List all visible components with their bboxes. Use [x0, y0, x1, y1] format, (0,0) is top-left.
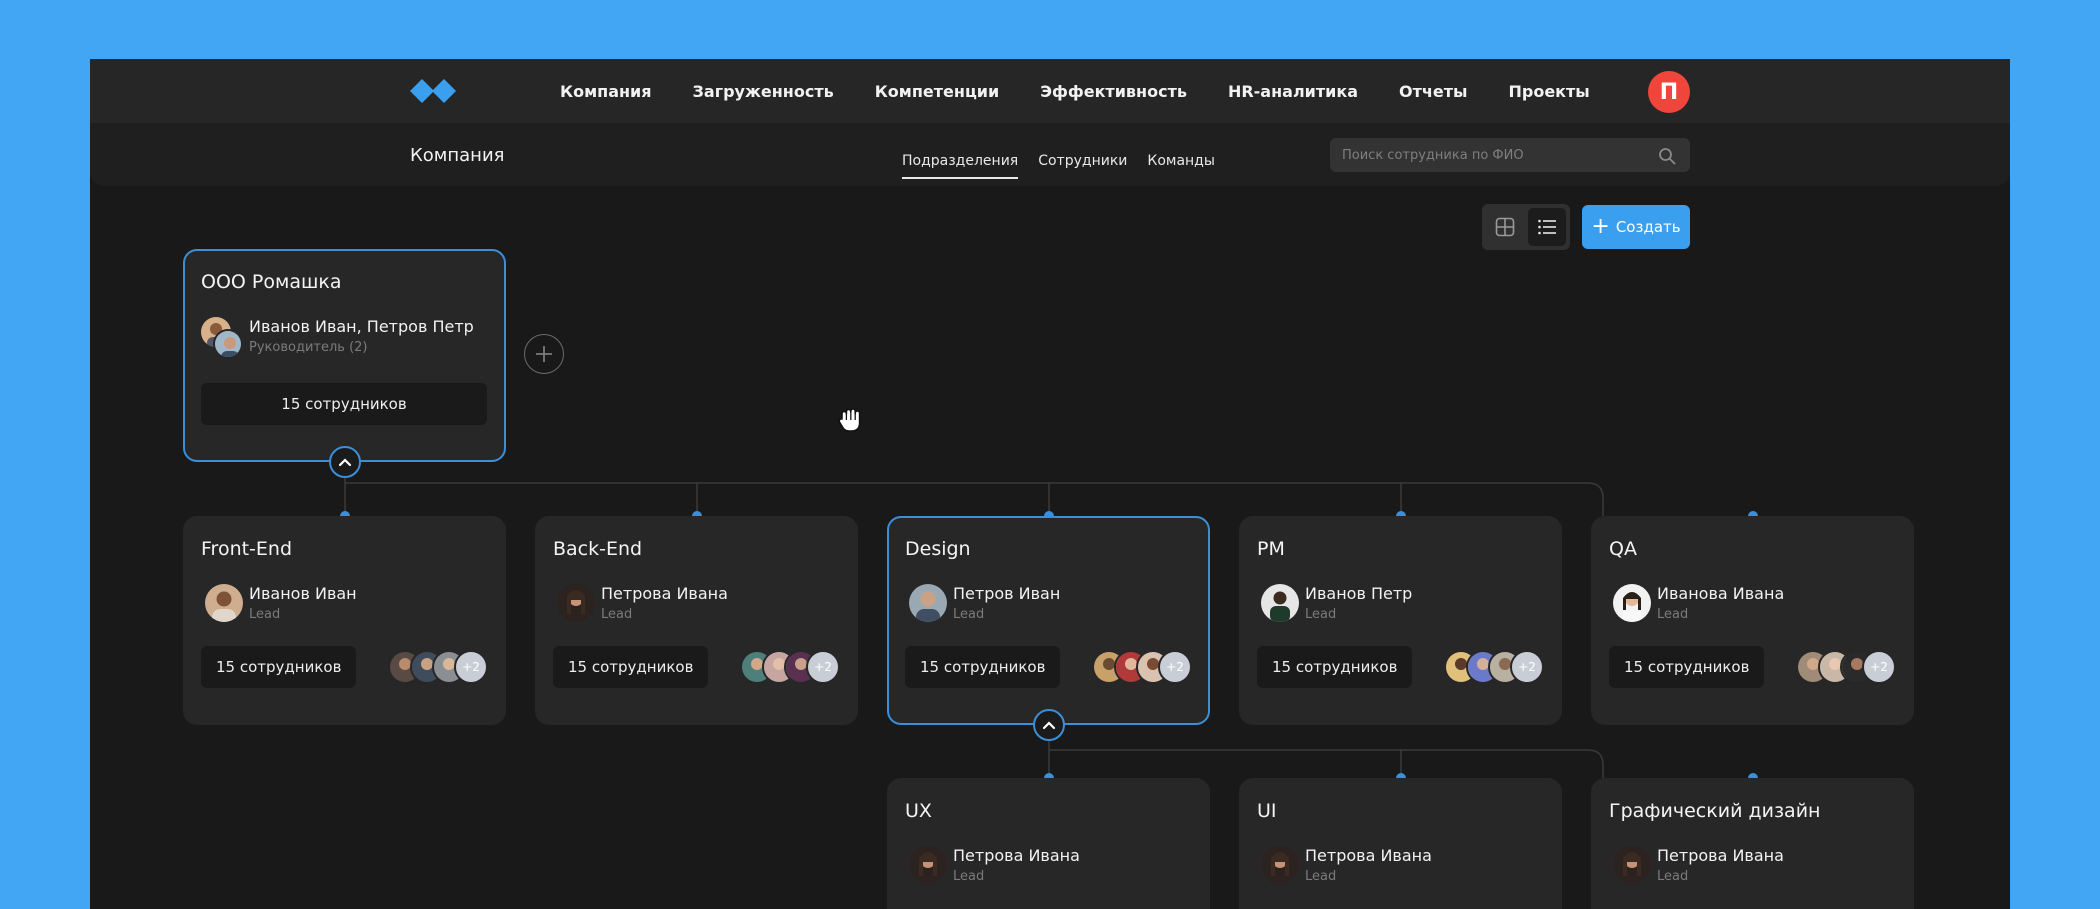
more-members-badge: +2: [1510, 650, 1544, 684]
avatar: [1261, 846, 1299, 884]
employee-count-button[interactable]: 15 сотрудников: [201, 646, 357, 688]
more-members-badge: +2: [454, 650, 488, 684]
nav-item-workload[interactable]: Загруженность: [693, 82, 834, 101]
member-avatars[interactable]: +2: [1796, 650, 1896, 684]
collapse-design-button[interactable]: [1033, 709, 1065, 741]
list-view-button[interactable]: [1528, 208, 1566, 246]
plus-icon: [536, 346, 552, 362]
avatar: [205, 584, 243, 622]
member-avatars[interactable]: +2: [1444, 650, 1544, 684]
lead-role: Lead: [1305, 607, 1337, 622]
user-avatar[interactable]: П: [1648, 71, 1690, 113]
plus-icon: +: [1591, 214, 1610, 239]
subdepartment-card[interactable]: UI Петрова Ивана Lead: [1239, 778, 1562, 909]
chevron-up-icon: [1042, 721, 1056, 730]
lead-name: Иванова Ивана: [1657, 584, 1785, 603]
lead-name: Петрова Ивана: [1305, 846, 1432, 865]
member-avatars[interactable]: +2: [740, 650, 840, 684]
department-card[interactable]: Front-End Иванов Иван Lead 15 сотруднико…: [183, 516, 506, 725]
department-card[interactable]: Design Петров Иван Lead 15 сотрудников +…: [887, 516, 1210, 725]
avatar: [1613, 846, 1651, 884]
lead-name: Петрова Ивана: [1657, 846, 1784, 865]
tab-teams[interactable]: Команды: [1147, 153, 1215, 179]
department-title: Графический дизайн: [1609, 800, 1821, 822]
nav-item-reports[interactable]: Отчеты: [1399, 82, 1467, 101]
department-title: UI: [1257, 800, 1277, 822]
department-card[interactable]: QA Иванова Ивана Lead 15 сотрудников +2: [1591, 516, 1914, 725]
subdepartment-card[interactable]: Графический дизайн Петрова Ивана Lead: [1591, 778, 1914, 909]
app-window: Компания Загруженность Компетенции Эффек…: [90, 59, 2010, 909]
avatar: [1613, 584, 1651, 622]
lead-name: Петров Иван: [953, 584, 1061, 603]
view-toggle: [1482, 204, 1570, 250]
nav-item-projects[interactable]: Проекты: [1508, 82, 1589, 101]
department-title: PM: [1257, 538, 1285, 560]
employee-count-button[interactable]: 15 сотрудников: [553, 646, 709, 688]
root-employee-count[interactable]: 15 сотрудников: [201, 383, 487, 425]
more-members-badge: +2: [806, 650, 840, 684]
create-button-label: Создать: [1615, 218, 1681, 236]
lead-role: Lead: [953, 607, 985, 622]
department-title: Back-End: [553, 538, 643, 560]
department-title: Design: [905, 538, 971, 560]
department-title: Front-End: [201, 538, 293, 560]
add-department-button[interactable]: [524, 334, 564, 374]
lead-name: Петрова Ивана: [601, 584, 728, 603]
lead-name: Петрова Ивана: [953, 846, 1080, 865]
org-root-card[interactable]: ООО Ромашка Иванов Иван, Петров Петр Рук…: [183, 249, 506, 462]
lead-role: Lead: [1657, 607, 1689, 622]
logo-icon[interactable]: [410, 75, 458, 107]
grid-view-button[interactable]: [1486, 208, 1524, 246]
employee-search-input[interactable]: [1330, 138, 1690, 172]
page-title: Компания: [410, 145, 505, 166]
department-card[interactable]: PM Иванов Петр Lead 15 сотрудников +2: [1239, 516, 1562, 725]
more-members-badge: +2: [1158, 650, 1192, 684]
more-members-badge: +2: [1862, 650, 1896, 684]
department-title: UX: [905, 800, 932, 822]
lead-role: Lead: [249, 607, 281, 622]
avatar: [1261, 584, 1299, 622]
main-nav: Компания Загруженность Компетенции Эффек…: [560, 59, 1631, 123]
lead-role: Lead: [1305, 869, 1337, 884]
root-role: Руководитель (2): [249, 340, 368, 355]
list-icon: [1538, 219, 1556, 235]
avatar: [909, 584, 947, 622]
nav-item-company[interactable]: Компания: [560, 82, 652, 101]
department-title: QA: [1609, 538, 1637, 560]
collapse-root-button[interactable]: [329, 446, 361, 478]
employee-count-button[interactable]: 15 сотрудников: [905, 646, 1061, 688]
create-button[interactable]: + Создать: [1582, 205, 1690, 249]
grid-icon: [1495, 217, 1515, 237]
employee-count-button[interactable]: 15 сотрудников: [1257, 646, 1413, 688]
root-leads: Иванов Иван, Петров Петр: [249, 317, 474, 336]
nav-item-hr-analytics[interactable]: HR-аналитика: [1228, 82, 1358, 101]
section-tabs: Подразделения Сотрудники Команды: [902, 153, 1235, 179]
department-card[interactable]: Back-End Петрова Ивана Lead 15 сотрудник…: [535, 516, 858, 725]
lead-role: Lead: [601, 607, 633, 622]
lead-role: Lead: [1657, 869, 1689, 884]
member-avatars[interactable]: +2: [388, 650, 488, 684]
tab-departments[interactable]: Подразделения: [902, 153, 1019, 179]
chevron-up-icon: [338, 458, 352, 467]
grab-cursor-icon: [838, 408, 861, 432]
avatar: [909, 846, 947, 884]
employee-count-button[interactable]: 15 сотрудников: [1609, 646, 1765, 688]
avatar: [213, 329, 243, 359]
search-icon[interactable]: [1658, 147, 1676, 165]
lead-name: Иванов Иван: [249, 584, 357, 603]
nav-item-efficiency[interactable]: Эффективность: [1040, 82, 1187, 101]
member-avatars[interactable]: +2: [1092, 650, 1192, 684]
subdepartment-card[interactable]: UX Петрова Ивана Lead: [887, 778, 1210, 909]
tab-employees[interactable]: Сотрудники: [1038, 153, 1127, 179]
lead-name: Иванов Петр: [1305, 584, 1413, 603]
root-title: ООО Ромашка: [201, 271, 342, 293]
lead-role: Lead: [953, 869, 985, 884]
avatar: [557, 584, 595, 622]
top-navigation-bar: Компания Загруженность Компетенции Эффек…: [90, 59, 2010, 123]
nav-item-competencies[interactable]: Компетенции: [875, 82, 1000, 101]
page-header: Компания Подразделения Сотрудники Команд…: [90, 123, 2010, 186]
